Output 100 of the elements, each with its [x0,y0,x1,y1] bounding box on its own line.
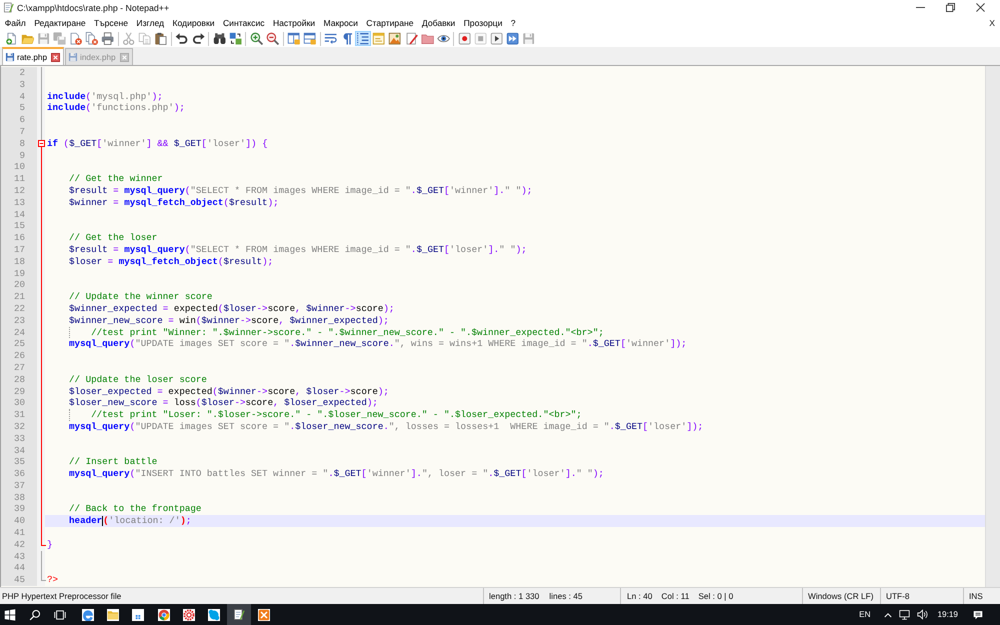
pen-page-icon[interactable] [404,30,419,46]
line-number: 8 [19,138,25,149]
language-indicator[interactable]: EN [859,610,870,619]
binoculars-icon[interactable] [212,30,227,46]
tab[interactable]: rate.php [2,47,64,65]
close-icon[interactable] [51,52,60,62]
close-icon[interactable] [976,3,985,12]
code-line: $loser_expected = expected($winner->score, $loser->score); [69,386,389,398]
segmented-circle-icon[interactable] [158,608,170,620]
printer-icon[interactable] [100,30,116,46]
line-number: 44 [14,562,25,574]
redo-icon[interactable] [190,30,206,46]
line-number: 19 [14,268,25,279]
record-icon[interactable] [456,30,472,46]
chevron-up-icon[interactable] [884,612,892,618]
menu-item[interactable]: Търсене [90,18,132,28]
menu-item[interactable]: Файл [0,18,30,28]
indent-guide [69,409,70,421]
code-line: // Back to the frontpage [69,503,202,516]
cross-tile-icon[interactable] [258,608,270,620]
clock[interactable]: 19:19 [938,610,958,619]
line-number: 28 [14,374,25,385]
gear-icon[interactable] [182,608,195,620]
length-label: length : 1 330 [489,591,540,601]
line-number: 38 [14,492,25,503]
line-number: 16 [14,232,25,244]
folder-icon[interactable] [107,608,120,620]
shopping-bag-icon[interactable] [132,608,144,620]
clipboard-icon[interactable] [153,30,169,46]
text-cursor [102,516,104,526]
close-files-icon[interactable] [84,30,100,46]
vertical-scrollbar[interactable] [985,66,1000,587]
code-line: $winner_expected = expected($loser->score, $winner->score); [69,302,394,315]
close-document-button[interactable]: X [987,18,997,28]
menu-item[interactable]: ? [506,18,520,28]
line-number: 32 [14,420,25,432]
code-line: $result = mysql_query("SELECT * FROM images WHERE image_id = ".$_GET['loser']." "); [69,244,527,256]
picture-icon[interactable] [387,30,403,46]
insert-mode-label: INS [969,591,983,601]
column-label: Col : 11 [661,591,690,601]
line-number: 15 [14,220,25,232]
split-panes-icon[interactable] [302,30,318,46]
menu-item[interactable]: Настройки [268,18,320,28]
new-file-icon[interactable] [4,30,19,46]
line-number: 12 [14,184,25,196]
code-line: $result = mysql_query("SELECT * FROM images WHERE image_id = ".$_GET['winner']." "); [69,184,532,197]
speaker-icon[interactable] [916,609,928,620]
minus-box-icon[interactable] [38,140,44,148]
four-squares-icon[interactable] [4,608,16,620]
split-panes-icon[interactable] [286,30,302,46]
code-line: $winner_new_score = win($winner->score, $winner_expected); [69,314,389,327]
line-label: Ln : 40 [627,591,652,601]
code-line: //test print "Loser: ".$loser->score." - ".$loser_new_score." - ".$loser_expected."<br>"; [91,409,582,421]
dialog-window-icon[interactable] [371,30,387,46]
menu-item[interactable]: Кодировки [168,18,219,28]
swap-squares-icon[interactable] [228,30,243,46]
line-number: 21 [14,291,25,302]
menu-item[interactable]: Стартиране [362,18,418,28]
notepad-icon[interactable] [227,604,252,625]
monitor-icon[interactable] [898,609,910,620]
menu-item[interactable]: Редактиране [30,18,90,28]
line-number: 18 [14,256,25,267]
zoom-in-icon[interactable] [248,30,264,46]
line-number: 6 [19,114,25,126]
zoom-out-icon[interactable] [264,30,280,46]
bubble-icon[interactable] [208,608,220,620]
line-number: 5 [19,102,25,114]
play-icon[interactable] [489,30,504,46]
selection-label: Sel : 0 | 0 [698,591,734,601]
menu-item[interactable]: Изглед [132,18,168,28]
line-number: 4 [19,90,25,102]
search-icon[interactable] [29,608,42,620]
encoding-label: UTF-8 [886,591,910,601]
line-number: 41 [14,527,25,538]
stacked-windows-icon[interactable] [54,608,66,620]
fast-forward-icon[interactable] [505,30,520,46]
restore-icon[interactable] [946,3,955,12]
line-number: 10 [14,161,25,172]
code-line: $loser_new_score = loss($loser->score, $loser_expected); [69,397,378,410]
line-number: 39 [14,503,25,514]
swirl-icon[interactable] [82,608,94,620]
code-line: if ($_GET['winner'] && $_GET['loser']) { [47,138,268,150]
line-number: 20 [14,279,25,290]
line-number: 24 [14,326,25,338]
code-line: $loser = mysql_fetch_object($result); [69,256,274,268]
line-number: 14 [14,208,25,220]
speech-bubble-icon[interactable] [973,610,983,620]
menu-item[interactable]: Синтаксис [218,18,269,28]
menu-item[interactable]: Добавки [418,18,460,28]
line-number: 30 [14,397,25,408]
code-line: $winner = mysql_fetch_object($result); [69,196,279,209]
menu-item[interactable]: Макроси [319,18,362,28]
close-file-icon[interactable] [68,30,84,46]
line-number: 3 [19,78,25,90]
line-number: 11 [14,173,25,184]
line-number: 42 [14,538,25,550]
line-number: 22 [14,302,25,314]
undo-icon[interactable] [174,30,190,46]
menu-item[interactable]: Прозорци [459,18,507,28]
dotted-list-icon[interactable] [355,30,371,46]
